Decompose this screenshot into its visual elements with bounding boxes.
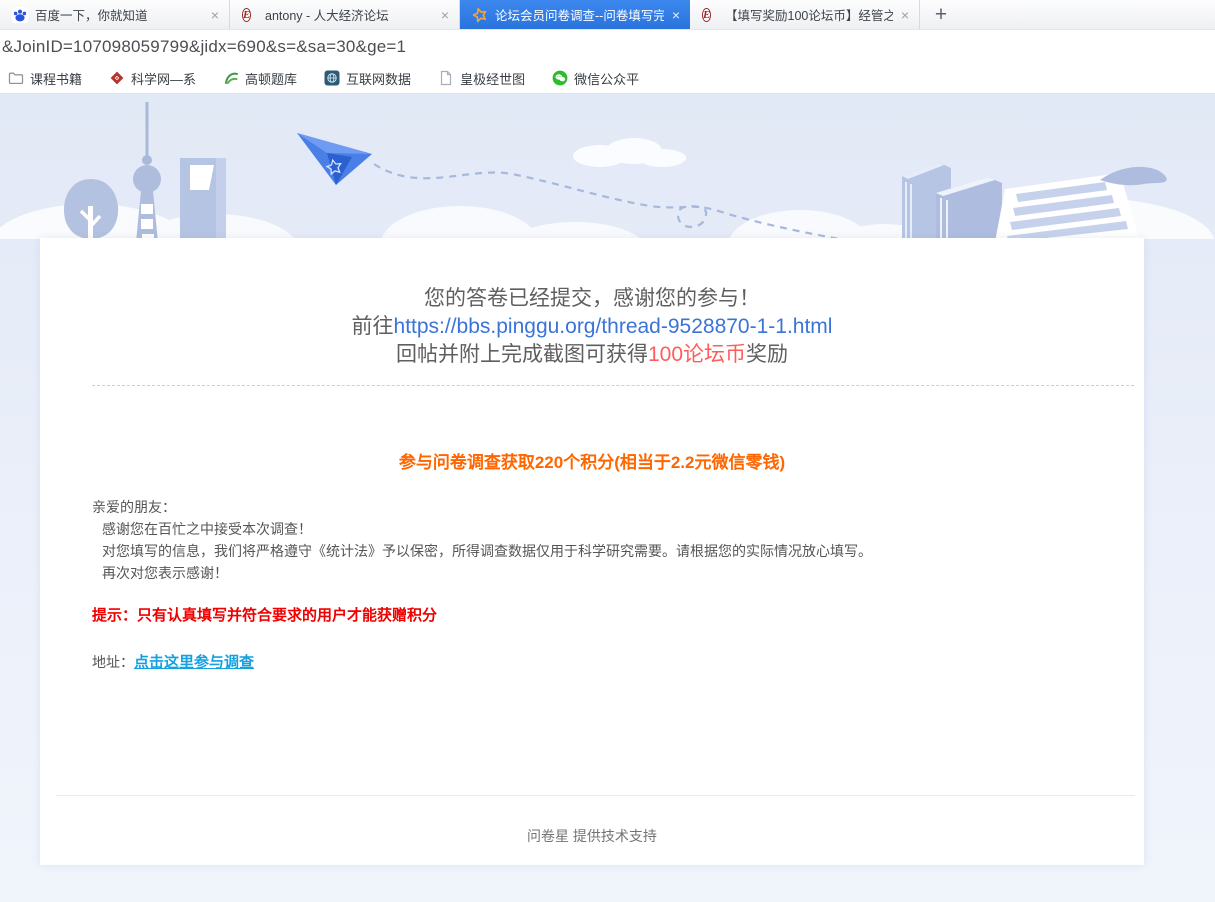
wechat-icon	[552, 70, 568, 86]
paper-plane-icon	[297, 133, 372, 185]
salutation: 亲爱的朋友：	[92, 499, 176, 515]
forum-e-icon: E	[702, 7, 712, 22]
submit-message-line3: 回帖并附上完成截图可获得100论坛币奖励	[40, 341, 1144, 369]
body-line: 再次对您表示感谢！	[102, 565, 228, 581]
tab-title: 论坛会员问卷调查--问卷填写完	[495, 9, 664, 23]
tab-title: 【填写奖励100论坛币】经管之	[725, 9, 893, 23]
submit-message: 您的答卷已经提交，感谢您的参与！ 前往https://bbs.pinggu.or…	[40, 285, 1144, 369]
address-label: 地址：	[92, 654, 134, 670]
bookmark-label: 皇极经世图	[460, 71, 526, 87]
close-icon[interactable]: ×	[668, 7, 684, 23]
books	[902, 162, 1002, 239]
globe-icon	[324, 70, 340, 86]
bookmark-label: 互联网数据	[346, 71, 412, 87]
baidu-paw-icon	[12, 6, 28, 23]
tab-title: 百度一下，你就知道	[35, 9, 148, 23]
cloud	[573, 138, 686, 167]
survey-result-card: 您的答卷已经提交，感谢您的参与！ 前往https://bbs.pinggu.or…	[40, 238, 1144, 865]
bookmark-label: 科学网—系	[131, 71, 197, 87]
page-content: 您的答卷已经提交，感谢您的参与！ 前往https://bbs.pinggu.or…	[0, 94, 1215, 902]
body-line: 感谢您在百忙之中接受本次调查！	[102, 521, 312, 537]
forum-e-icon: E	[242, 7, 252, 22]
bookmark-label: 微信公众平	[574, 71, 640, 87]
sciencenet-diamond-icon	[109, 70, 125, 86]
tree	[63, 179, 119, 239]
reward-heading: 参与问卷调查获取220个积分(相当于2.2元微信零钱)	[398, 453, 786, 472]
url-text: &JoinID=107098059799&jidx=690&s=&sa=30&g…	[2, 36, 407, 56]
bookmark-gaodun[interactable]: 高顿题库	[223, 69, 297, 88]
notice-text: 提示：只有认真填写并符合要求的用户才能获赠积分	[92, 607, 438, 624]
survey-link[interactable]: 点击这里参与调查	[134, 654, 254, 671]
tab-forum-reward[interactable]: E 【填写奖励100论坛币】经管之 ×	[690, 0, 920, 29]
tab-forum-antony[interactable]: E antony - 人大经济论坛 ×	[230, 0, 460, 29]
close-icon[interactable]: ×	[437, 7, 453, 23]
invitation-text: 亲爱的朋友： 感谢您在百忙之中接受本次调查！ 对您填写的信息，我们将严格遵守《统…	[92, 496, 1108, 584]
building	[180, 158, 226, 239]
bookmark-label: 高顿题库	[245, 71, 298, 87]
star-icon	[472, 7, 488, 23]
header-illustration	[0, 102, 1215, 239]
address-row: 地址：点击这里参与调查	[92, 651, 254, 672]
footer-divider	[56, 795, 1135, 796]
thread-link[interactable]: https://bbs.pinggu.org/thread-9528870-1-…	[394, 315, 833, 338]
tab-survey-active[interactable]: 论坛会员问卷调查--问卷填写完 ×	[460, 0, 690, 29]
bookmark-sciencenet[interactable]: 科学网—系	[109, 69, 196, 88]
bookmark-label: 课程书籍	[30, 71, 83, 87]
bookmark-huangji[interactable]: 皇极经世图	[438, 69, 525, 88]
body-line: 对您填写的信息，我们将严格遵守《统计法》予以保密，所得调查数据仅用于科学研究需要…	[102, 543, 872, 559]
submit-message-line2: 前往https://bbs.pinggu.org/thread-9528870-…	[40, 313, 1144, 341]
new-tab-button[interactable]: +	[920, 0, 962, 29]
close-icon[interactable]: ×	[897, 7, 913, 23]
close-icon[interactable]: ×	[207, 7, 223, 23]
address-bar[interactable]: &JoinID=107098059799&jidx=690&s=&sa=30&g…	[0, 30, 1215, 63]
bookmark-internet-data[interactable]: 互联网数据	[324, 69, 411, 88]
reply-prefix: 回帖并附上完成截图可获得	[395, 343, 648, 366]
dashed-divider	[92, 385, 1134, 386]
tab-title: antony - 人大经济论坛	[265, 9, 389, 23]
tab-bar: 百度一下，你就知道 × E antony - 人大经济论坛 × 论坛会员问卷调查…	[0, 0, 1215, 30]
coin-reward-highlight: 100论坛币	[647, 343, 747, 366]
leaf-sprout-icon	[223, 70, 239, 86]
bookmark-wechat[interactable]: 微信公众平	[552, 69, 639, 88]
folder-icon	[8, 70, 24, 86]
bookmarks-bar: 课程书籍 科学网—系 高顿题库 互联网数据 皇极经世图 微信公众平	[0, 63, 1215, 94]
bookmark-course-books[interactable]: 课程书籍	[8, 69, 82, 88]
reply-suffix: 奖励	[746, 343, 789, 366]
page-icon	[438, 70, 454, 86]
goto-prefix: 前往	[351, 315, 394, 338]
submit-message-line1: 您的答卷已经提交，感谢您的参与！	[424, 287, 760, 310]
tab-baidu[interactable]: 百度一下，你就知道 ×	[0, 0, 230, 29]
footer-credit: 问卷星 提供技术支持	[527, 828, 657, 844]
